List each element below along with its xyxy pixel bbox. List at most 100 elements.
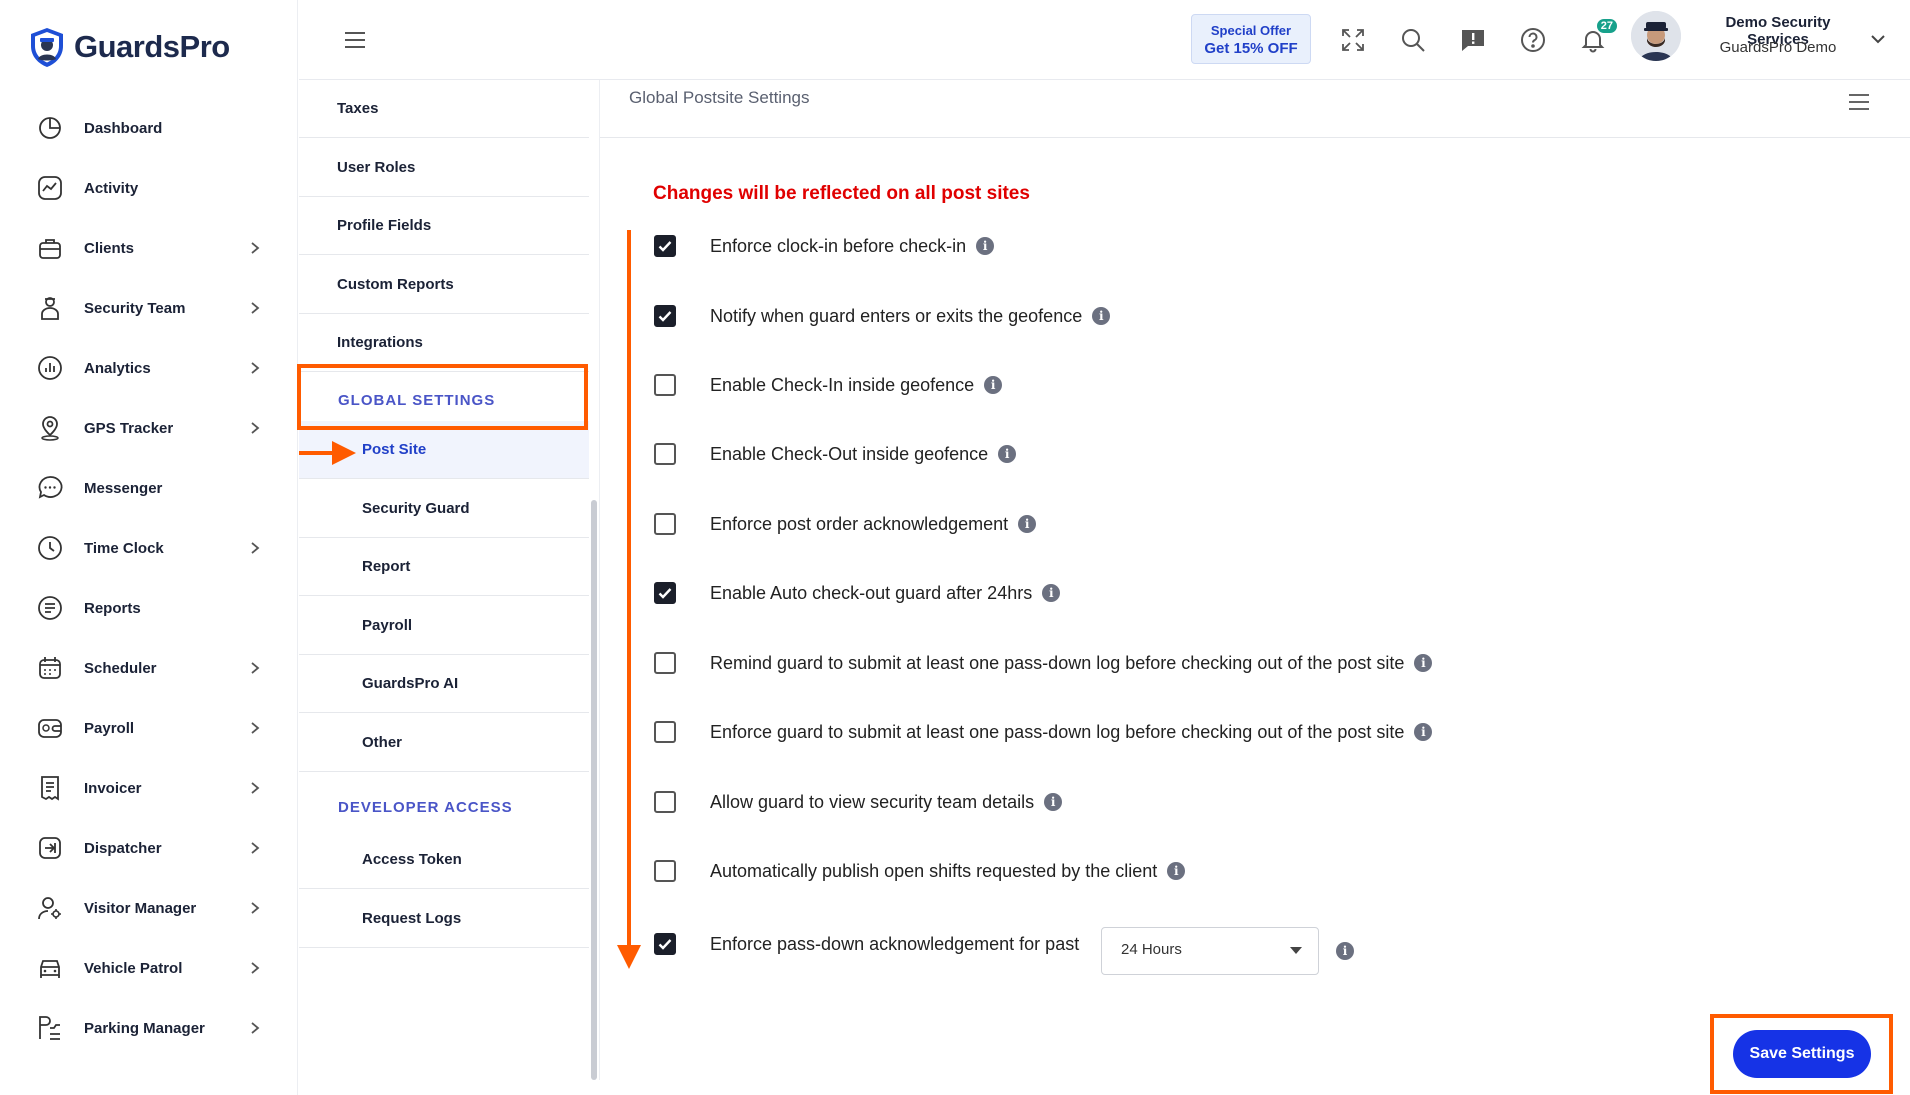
security-team-icon xyxy=(36,294,64,322)
sidebar-item-parking-manager[interactable]: Parking Manager xyxy=(0,998,298,1058)
setting-checkbox[interactable] xyxy=(654,860,676,882)
sidebar-item-gps-tracker[interactable]: GPS Tracker xyxy=(0,398,298,458)
sidebar-item-label: Invoicer xyxy=(84,779,142,797)
info-icon[interactable]: i xyxy=(976,237,995,255)
submenu-item-security-guard[interactable]: Security Guard xyxy=(299,480,589,538)
submenu-item-report[interactable]: Report xyxy=(299,538,589,596)
sidebar-item-label: Time Clock xyxy=(84,539,164,557)
info-icon[interactable]: i xyxy=(1336,942,1354,960)
special-offer-badge[interactable]: Special Offer Get 15% OFF xyxy=(1191,14,1311,64)
chevron-right-icon xyxy=(248,361,262,375)
setting-checkbox[interactable] xyxy=(654,513,676,535)
setting-label: Enable Check-In inside geofence xyxy=(710,374,975,395)
dispatch-icon xyxy=(36,834,64,862)
annotation-scroll-arrow-head xyxy=(617,945,641,969)
sidebar-item-label: Activity xyxy=(84,179,139,197)
caret-down-icon xyxy=(1290,947,1302,954)
chevron-right-icon xyxy=(248,301,262,315)
analytics-icon xyxy=(36,354,64,382)
sidebar-item-activity[interactable]: Activity xyxy=(0,158,298,218)
panel-menu-icon[interactable] xyxy=(1847,90,1871,114)
setting-checkbox[interactable] xyxy=(654,305,676,327)
logo[interactable]: GuardsPro xyxy=(28,26,230,68)
warning-text: Changes will be reflected on all post si… xyxy=(653,183,1030,204)
gps-icon xyxy=(36,414,64,442)
user-company: GuardsPro Demo xyxy=(1719,39,1837,56)
guard-avatar-icon xyxy=(1631,11,1681,61)
setting-label: Enforce pass-down acknowledgement for pa… xyxy=(710,933,1080,954)
submenu-item-guardspro-ai[interactable]: GuardsPro AI xyxy=(299,655,589,713)
setting-label: Enable Check-Out inside geofence xyxy=(710,443,989,464)
sidebar-item-dispatcher[interactable]: Dispatcher xyxy=(0,818,298,878)
passdown-period-select[interactable]: 24 Hours xyxy=(1101,927,1319,975)
sidebar-item-security-team[interactable]: Security Team xyxy=(0,278,298,338)
setting-checkbox[interactable] xyxy=(654,791,676,813)
setting-checkbox[interactable] xyxy=(654,652,676,674)
annotation-arrow-head xyxy=(332,441,356,465)
chevron-right-icon xyxy=(248,661,262,675)
submenu-scrollbar[interactable] xyxy=(591,500,597,1080)
feedback-message-icon[interactable] xyxy=(1459,26,1487,54)
sidebar-item-clients[interactable]: Clients xyxy=(0,218,298,278)
search-icon[interactable] xyxy=(1399,26,1427,54)
info-icon[interactable]: i xyxy=(984,376,1003,394)
sidebar-item-messenger[interactable]: Messenger xyxy=(0,458,298,518)
submenu-item-payroll[interactable]: Payroll xyxy=(299,597,589,655)
info-icon[interactable]: i xyxy=(1044,793,1063,811)
sidebar-item-label: GPS Tracker xyxy=(84,419,174,437)
setting-checkbox[interactable] xyxy=(654,235,676,257)
info-icon[interactable]: i xyxy=(1167,862,1186,880)
setting-checkbox[interactable] xyxy=(654,582,676,604)
sidebar-item-scheduler[interactable]: Scheduler xyxy=(0,638,298,698)
help-icon[interactable] xyxy=(1519,26,1547,54)
sidebar-item-label: Clients xyxy=(84,239,135,257)
sidebar-item-visitor-manager[interactable]: Visitor Manager xyxy=(0,878,298,938)
setting-checkbox[interactable] xyxy=(654,443,676,465)
submenu-item-integrations[interactable]: Integrations xyxy=(299,314,589,372)
submenu-item-user-roles[interactable]: User Roles xyxy=(299,139,589,197)
chevron-right-icon xyxy=(248,721,262,735)
sidebar-item-invoicer[interactable]: Invoicer xyxy=(0,758,298,818)
chevron-right-icon xyxy=(248,541,262,555)
chevron-right-icon xyxy=(248,841,262,855)
info-icon[interactable]: i xyxy=(1018,515,1037,533)
info-icon[interactable]: i xyxy=(1414,723,1433,741)
chevron-down-icon[interactable] xyxy=(1869,30,1887,48)
sidebar-item-dashboard[interactable]: Dashboard xyxy=(0,98,298,158)
notification-bell-icon[interactable]: 27 xyxy=(1579,17,1619,54)
hamburger-menu-icon[interactable] xyxy=(343,28,367,52)
sidebar-item-reports[interactable]: Reports xyxy=(0,578,298,638)
setting-checkbox[interactable] xyxy=(654,933,676,955)
setting-checkbox[interactable] xyxy=(654,374,676,396)
submenu-item-other[interactable]: Other xyxy=(299,714,589,772)
sidebar-item-time-clock[interactable]: Time Clock xyxy=(0,518,298,578)
sidebar-item-analytics[interactable]: Analytics xyxy=(0,338,298,398)
fullscreen-icon[interactable] xyxy=(1339,26,1367,54)
setting-option: Enable Check-In inside geofence i xyxy=(654,370,1003,400)
user-avatar[interactable] xyxy=(1631,11,1681,61)
info-icon[interactable]: i xyxy=(1042,584,1061,602)
info-icon[interactable]: i xyxy=(1414,654,1433,672)
invoice-icon xyxy=(36,774,64,802)
submenu-item-taxes[interactable]: Taxes xyxy=(299,80,589,138)
submenu-item-custom-reports[interactable]: Custom Reports xyxy=(299,256,589,314)
sidebar-item-label: Visitor Manager xyxy=(84,899,197,917)
setting-checkbox[interactable] xyxy=(654,721,676,743)
info-icon[interactable]: i xyxy=(998,445,1017,463)
chevron-right-icon xyxy=(248,421,262,435)
submenu-item-profile-fields[interactable]: Profile Fields xyxy=(299,197,589,255)
sidebar: GuardsPro Dashboard Activity Clients Securi… xyxy=(0,0,298,1095)
submenu-heading-developer-access: DEVELOPER ACCESS xyxy=(338,798,513,816)
submenu-item-request-logs[interactable]: Request Logs xyxy=(299,890,589,948)
offer-title: Special Offer xyxy=(1210,23,1292,38)
save-settings-button[interactable]: Save Settings xyxy=(1733,1030,1871,1078)
submenu-item-access-token[interactable]: Access Token xyxy=(299,831,589,889)
sidebar-item-payroll[interactable]: Payroll xyxy=(0,698,298,758)
clients-icon xyxy=(36,234,64,262)
info-icon[interactable]: i xyxy=(1092,307,1111,325)
annotation-scroll-line xyxy=(627,230,631,950)
sidebar-item-vehicle-patrol[interactable]: Vehicle Patrol xyxy=(0,938,298,998)
sidebar-item-label: Reports xyxy=(84,599,141,617)
setting-option: Enforce post order acknowledgement i xyxy=(654,509,1037,539)
panel-header: Global Postsite Settings xyxy=(600,80,1910,138)
